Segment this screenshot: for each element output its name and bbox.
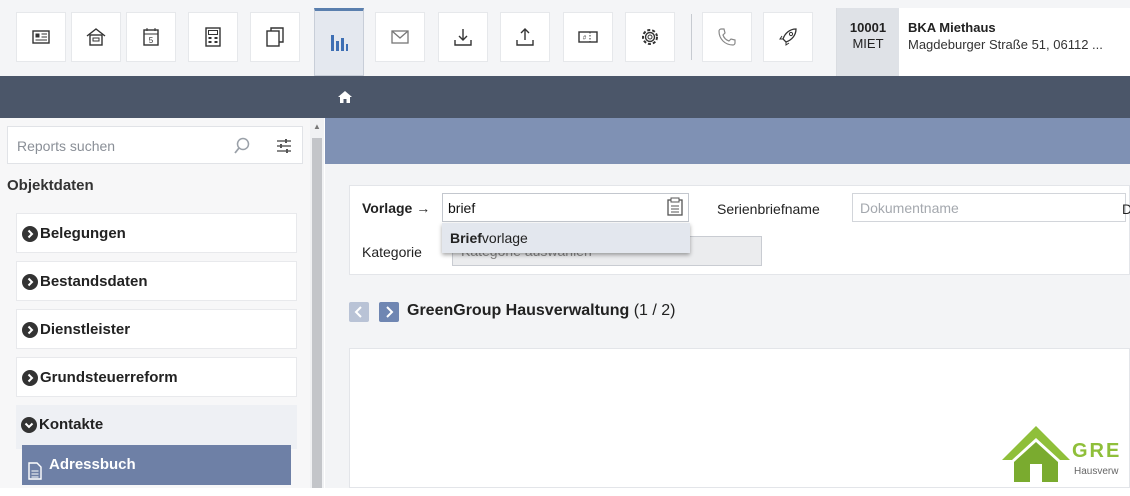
mail-button[interactable] — [375, 12, 425, 62]
documents-icon — [266, 27, 284, 47]
chevron-left-icon — [354, 306, 362, 318]
sidebar-item-kontakte[interactable]: Kontakte — [16, 405, 297, 449]
filter-icon[interactable] — [274, 136, 294, 156]
sidebar-item-label: Bestandsdaten — [40, 273, 148, 290]
report-search-input[interactable] — [8, 127, 239, 165]
vorlage-label: Vorlage → — [362, 200, 431, 216]
svg-text:#: # — [583, 36, 587, 42]
scroll-up-arrow-icon[interactable]: ▲ — [313, 122, 321, 131]
document-name-input[interactable] — [852, 193, 1126, 222]
reports-button[interactable] — [314, 8, 364, 76]
upload-button[interactable] — [500, 12, 550, 62]
chevron-down-icon — [21, 417, 37, 433]
sidebar-item-label: Belegungen — [40, 225, 126, 242]
sidebar-item-bestandsdaten[interactable]: Bestandsdaten — [16, 261, 297, 301]
home-icon[interactable] — [336, 88, 354, 106]
autocomplete-option[interactable]: Briefvorlage — [450, 230, 528, 246]
calculator-button[interactable] — [188, 12, 238, 62]
house-icon — [86, 28, 106, 46]
contact-card-icon — [32, 30, 50, 44]
ticket-icon: # — [578, 31, 598, 43]
sidebar-item-label: Grundsteuerreform — [40, 369, 178, 386]
house-button[interactable] — [71, 12, 121, 62]
settings-icon — [642, 29, 658, 45]
kategorie-label: Kategorie — [362, 244, 422, 260]
chevron-right-icon — [22, 370, 38, 386]
download-button[interactable] — [438, 12, 488, 62]
svg-text:5: 5 — [149, 36, 154, 45]
calendar-button[interactable]: 5 — [126, 12, 176, 62]
main-toolbar: 5 # 10001 MIET BKA Miethaus Magdeburger … — [0, 0, 1130, 77]
upload-icon — [516, 28, 534, 46]
calculator-icon — [205, 27, 221, 47]
top-nav-bar — [0, 76, 1130, 118]
sidebar-item-label: Adressbuch — [49, 456, 136, 473]
object-title: BKA Miethaus — [908, 20, 996, 35]
chevron-right-icon — [22, 226, 38, 242]
sidebar-item-label: Dienstleister — [40, 321, 131, 338]
company-count: (1 / 2) — [633, 302, 676, 319]
sidebar-item-grundsteuerreform[interactable]: Grundsteuerreform — [16, 357, 297, 397]
sidebar-item-label: Kontakte — [39, 416, 104, 433]
calendar-icon: 5 — [143, 28, 159, 46]
object-address: Magdeburger Straße 51, 06112 ... — [908, 37, 1103, 52]
rocket-icon — [779, 28, 797, 46]
sidebar-item-dienstleister[interactable]: Dienstleister — [16, 309, 297, 349]
company-title: GreenGroup Hausverwaltung (1 / 2) — [407, 302, 676, 320]
download-icon — [454, 29, 472, 46]
logo-wordmark: GRE — [1072, 440, 1122, 462]
phone-icon — [718, 28, 736, 46]
sidebar-item-belegungen[interactable]: Belegungen — [16, 213, 297, 253]
documents-button[interactable] — [250, 12, 300, 62]
logo-subtitle: Hausverw — [1074, 466, 1119, 477]
contact-card-button[interactable] — [16, 12, 66, 62]
reports-sidebar: Objektdaten Belegungen Bestandsdaten Die… — [0, 118, 310, 488]
autocomplete-match: Brief — [450, 230, 482, 246]
sidebar-item-adressbuch[interactable]: Adressbuch — [22, 445, 291, 485]
rocket-button[interactable] — [763, 12, 813, 62]
mail-icon — [391, 30, 409, 44]
truncated-label: D — [1122, 201, 1130, 217]
object-type: MIET — [852, 36, 884, 51]
chevron-right-icon — [386, 306, 394, 318]
section-title: Objektdaten — [7, 177, 94, 194]
next-button[interactable] — [379, 302, 399, 322]
sidebar-scrollbar-thumb[interactable] — [312, 138, 322, 488]
autocomplete-rest: vorlage — [481, 230, 528, 246]
chevron-right-icon — [22, 322, 38, 338]
document-icon — [28, 456, 42, 480]
search-icon[interactable] — [232, 136, 252, 156]
toolbar-separator — [691, 14, 692, 60]
settings-button[interactable] — [625, 12, 675, 62]
chevron-right-icon — [22, 274, 38, 290]
report-search-box — [7, 126, 303, 165]
serienbriefname-label: Serienbriefname — [717, 201, 820, 217]
autocomplete-dropdown[interactable]: Briefvorlage — [442, 223, 690, 253]
template-picker-icon[interactable] — [666, 197, 684, 217]
content-header-bar — [325, 118, 1130, 164]
object-number: 10001 — [849, 20, 887, 35]
object-info[interactable]: 10001 MIET BKA Miethaus Magdeburger Stra… — [836, 8, 1130, 76]
company-logo: GRE Hausverw — [1000, 420, 1130, 488]
object-number-box: 10001 MIET — [837, 8, 899, 76]
reports-icon — [331, 35, 348, 51]
previous-button[interactable] — [349, 302, 369, 322]
vorlage-input[interactable] — [442, 193, 689, 222]
company-name: GreenGroup Hausverwaltung — [407, 302, 630, 319]
phone-button[interactable] — [702, 12, 752, 62]
ticket-button[interactable]: # — [563, 12, 613, 62]
house-logo-icon — [1002, 426, 1070, 482]
